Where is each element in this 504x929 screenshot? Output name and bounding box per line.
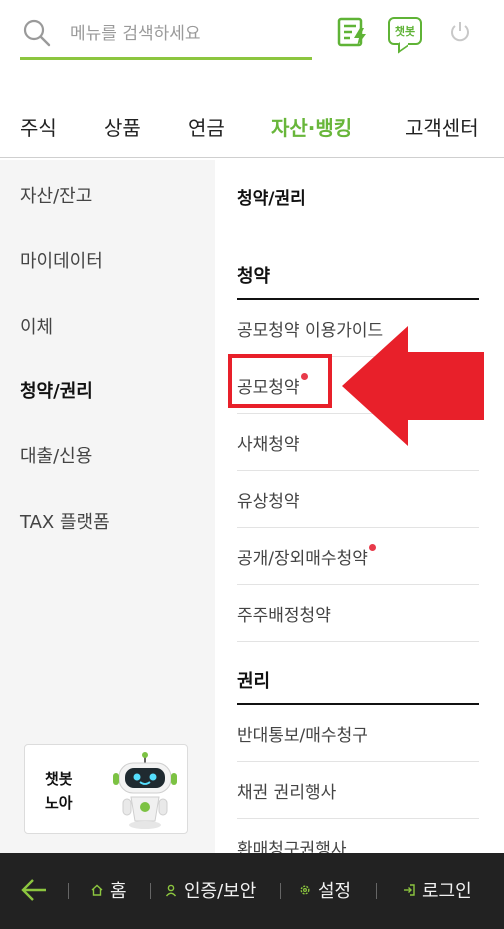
gear-icon [300,885,310,895]
chatbot-card-label: 챗봇 노아 [45,770,73,812]
power-icon[interactable] [446,18,474,46]
menu-item-shareholder-allotment[interactable]: 주주배정청약 [237,585,479,642]
tab-products[interactable]: 상품 [104,112,141,141]
settings-button[interactable]: 설정 [298,877,351,903]
menu-item-bond-rights-exercise[interactable]: 채권 권리행사 [237,762,479,819]
submenu-panel: 청약/권리 청약 공모청약 이용가이드 공모청약 사채청약 유상청약 공개/장외… [215,160,504,860]
side-item-transfer[interactable]: 이체 [20,313,53,339]
side-item-tax-platform[interactable]: TAX 플랫폼 [20,508,110,534]
user-icon [165,884,177,897]
login-button[interactable]: 로그인 [402,877,472,903]
home-button[interactable]: 홈 [90,877,127,903]
tab-customer-center[interactable]: 고객센터 [405,112,479,141]
menu-item-dissent-purchase-request[interactable]: 반대통보/매수청구 [237,705,479,762]
side-item-subscription-rights[interactable]: 청약/권리 [20,377,93,403]
auth-security-button[interactable]: 인증/보안 [164,877,256,903]
divider [376,883,377,899]
menu-item-rights-offering[interactable]: 유상청약 [237,471,479,528]
red-arrow-icon [342,326,484,446]
main-nav: 주식 상품 연금 자산·뱅킹 고객센터 [0,92,504,158]
side-item-loan-credit[interactable]: 대출/신용 [20,442,92,468]
side-item-assets[interactable]: 자산/잔고 [20,182,92,208]
tab-stocks[interactable]: 주식 [20,112,57,141]
side-item-mydata[interactable]: 마이데이터 [20,247,103,273]
new-badge [368,544,376,551]
menu-item-tender-offer[interactable]: 공개/장외매수청약 [237,528,479,585]
section-heading-rights: 권리 [237,645,479,705]
section-heading-subscription: 청약 [237,240,479,300]
bottom-bar: 홈 인증/보안 설정 로그인 [0,853,504,929]
login-icon [404,884,415,896]
search-input[interactable] [70,20,300,48]
quick-menu-icon[interactable] [336,16,370,48]
tab-assets-banking[interactable]: 자산·뱅킹 [271,112,352,141]
divider [150,883,151,899]
chatbot-icon[interactable]: 챗봇 [388,17,422,45]
home-icon [91,884,103,896]
divider [68,883,69,899]
side-menu: 자산/잔고 마이데이터 이체 청약/권리 대출/신용 TAX 플랫폼 챗봇 노아 [0,160,215,853]
highlight-box [228,354,332,408]
back-arrow-icon[interactable] [20,877,48,903]
search-bar[interactable] [20,14,312,60]
robot-mascot-icon [113,752,177,829]
panel-title: 청약/권리 [237,189,306,209]
search-icon[interactable] [22,18,52,48]
tab-pension[interactable]: 연금 [188,112,225,141]
divider [280,883,281,899]
chatbot-noa-card[interactable]: 챗봇 노아 [24,744,188,834]
